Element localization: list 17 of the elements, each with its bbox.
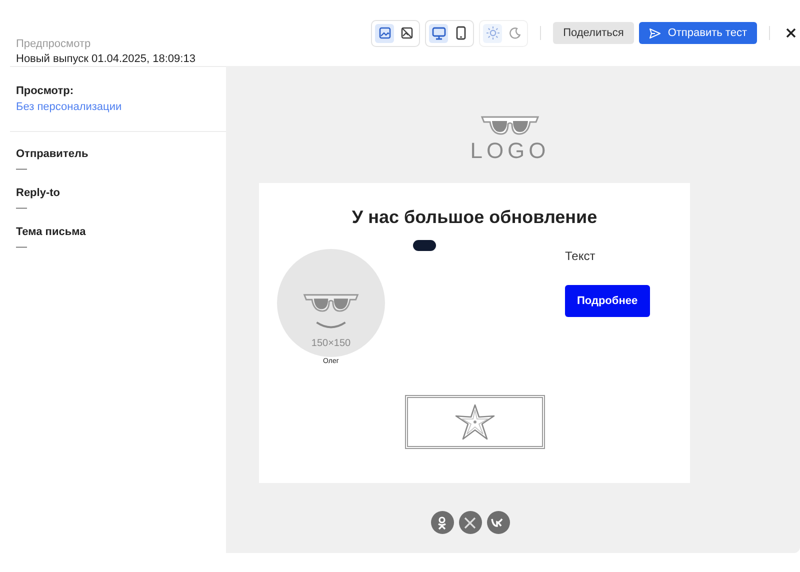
personalization-link[interactable]: Без персонализации bbox=[16, 101, 122, 113]
more-button[interactable]: Подробнее bbox=[565, 285, 650, 317]
field-label: Тема письма bbox=[16, 226, 87, 238]
field-value: — bbox=[16, 241, 28, 253]
field-label: Reply-to bbox=[16, 187, 61, 199]
email-heading: У нас большое обновление bbox=[352, 207, 598, 228]
send-test-button[interactable]: Отправить тест bbox=[638, 22, 757, 44]
body-text: Текст bbox=[565, 249, 596, 263]
image-size-caption: 150×150 bbox=[311, 338, 351, 349]
preview-label: Предпросмотр bbox=[16, 38, 92, 50]
logo-text: LOGO bbox=[470, 140, 550, 162]
field-value: — bbox=[16, 163, 28, 175]
field-label: Отправитель bbox=[16, 148, 90, 160]
share-button[interactable]: Поделиться bbox=[553, 22, 634, 44]
issue-title: Новый выпуск 01.04.2025, 18:09:13 bbox=[16, 53, 196, 65]
view-label: Просмотр: bbox=[16, 85, 75, 97]
field-value: — bbox=[16, 202, 28, 214]
